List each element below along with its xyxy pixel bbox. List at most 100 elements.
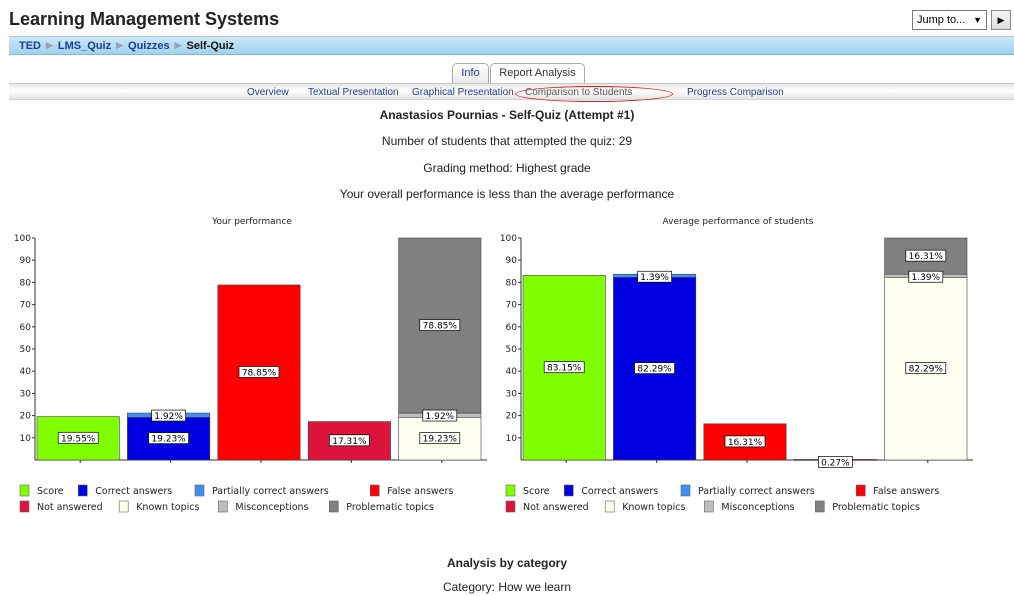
y-tick-label: 10	[20, 434, 32, 444]
tab-report-analysis[interactable]: Report Analysis	[490, 63, 585, 83]
legend-swatch-problematic-topics	[328, 500, 339, 513]
subtabs: Overview Textual Presentation Graphical …	[9, 83, 1014, 100]
breadcrumb-quizzes[interactable]: Quizzes	[128, 40, 170, 52]
legend-swatch-not-answered	[505, 500, 516, 513]
data-label: 16.31%	[909, 252, 944, 262]
subtab-overview[interactable]: Overview	[247, 87, 289, 98]
tabs: Info Report Analysis	[0, 63, 1014, 83]
breadcrumb-separator-icon: ▶	[174, 40, 182, 50]
legend-swatch-false-answers	[369, 484, 380, 497]
data-label: 1.39%	[912, 273, 941, 283]
legend-swatch-partially-correct-answers	[680, 484, 691, 497]
legend-swatch-false-answers	[855, 484, 866, 497]
breadcrumb-lms-quiz[interactable]: LMS_Quiz	[58, 40, 111, 52]
breadcrumb-current: Self-Quiz	[186, 39, 235, 52]
legend-label-partially-correct-answers: Partially correct answers	[698, 486, 815, 497]
report-title: Anastasios Pournias - Self-Quiz (Attempt…	[379, 108, 635, 122]
highlight-circle	[515, 86, 673, 102]
legend-label-correct-answers: Correct answers	[95, 486, 172, 497]
y-tick-label: 90	[20, 256, 32, 266]
subtab-graphical-presentation[interactable]: Graphical Presentation	[412, 87, 514, 98]
legend-swatch-known-topics	[118, 500, 129, 513]
subtab-progress-comparison[interactable]: Progress Comparison	[687, 87, 784, 98]
y-tick-label: 80	[506, 278, 518, 288]
charts-area: Your performance 10 20 30 40 50 60 70 80 90 100 19.…	[9, 210, 981, 540]
your-performance-chart: Your performance 10 20 30 40 50 60 70 80 90 100 19.…	[14, 217, 487, 513]
legend-swatch-partially-correct-answers	[194, 484, 205, 497]
analysis-title: Analysis by category	[446, 556, 568, 570]
legend-swatch-correct-answers	[77, 484, 88, 497]
y-tick-label: 100	[14, 234, 31, 244]
y-tick-label: 50	[20, 345, 32, 355]
legend-label-score: Score	[37, 486, 64, 497]
legend-label-partially-correct-answers: Partially correct answers	[212, 486, 329, 497]
data-label: 1.92%	[154, 412, 183, 422]
data-label: 19.55%	[61, 434, 96, 444]
y-tick-label: 20	[20, 412, 32, 422]
data-label: 19.23%	[151, 435, 186, 445]
legend-swatch-known-topics	[604, 500, 615, 513]
average-performance-chart: Average performance of students 10 20 30 40 5…	[500, 217, 973, 513]
legend-swatch-correct-answers	[563, 484, 574, 497]
data-label: 78.85%	[242, 368, 277, 378]
breadcrumb-ted[interactable]: TED	[19, 40, 41, 52]
jump-to-select[interactable]: Jump to... ▼	[912, 10, 987, 30]
legend-label-false-answers: False answers	[387, 486, 453, 497]
legend-label-false-answers: False answers	[873, 486, 939, 497]
y-tick-label: 70	[506, 301, 518, 311]
legend-label-not-answered: Not answered	[523, 502, 589, 513]
legend-swatch-score	[505, 484, 516, 497]
legend-label-score: Score	[523, 486, 550, 497]
site-title[interactable]: Learning Management Systems	[9, 9, 279, 30]
y-tick-label: 40	[506, 367, 518, 377]
breadcrumb: TED ▶ LMS_Quiz ▶ Quizzes ▶ Self-Quiz	[9, 36, 1014, 55]
jump-go-button[interactable]: ▶	[991, 10, 1011, 30]
grading-method: Grading method: Highest grade	[423, 161, 591, 175]
y-tick-label: 80	[20, 278, 32, 288]
y-tick-label: 60	[20, 323, 32, 333]
y-tick-label: 90	[506, 256, 518, 266]
y-tick-label: 20	[506, 412, 518, 422]
chart-title: Average performance of students	[663, 217, 814, 227]
legend-label-known-topics: Known topics	[136, 502, 199, 513]
y-tick-label: 60	[506, 323, 518, 333]
legend-swatch-not-answered	[19, 500, 30, 513]
data-label: 17.31%	[332, 437, 367, 447]
legend-label-correct-answers: Correct answers	[581, 486, 658, 497]
legend-swatch-problematic-topics	[814, 500, 825, 513]
data-label: 82.29%	[637, 365, 672, 375]
data-label: 19.23%	[423, 435, 458, 445]
y-tick-label: 100	[500, 234, 517, 244]
students-count: Number of students that attempted the qu…	[381, 134, 633, 148]
y-tick-label: 50	[506, 345, 518, 355]
subtab-textual-presentation[interactable]: Textual Presentation	[308, 87, 399, 98]
legend-label-problematic-topics: Problematic topics	[832, 502, 920, 513]
legend-label-problematic-topics: Problematic topics	[346, 502, 434, 513]
overall-performance-message: Your overall performance is less than th…	[339, 187, 675, 201]
data-label: 16.31%	[728, 438, 763, 448]
y-tick-label: 30	[506, 389, 518, 399]
chevron-down-icon: ▼	[973, 15, 982, 25]
category-label: Category: How we learn	[442, 580, 572, 594]
legend-label-misconceptions: Misconceptions	[235, 502, 308, 513]
chart-title: Your performance	[211, 217, 292, 227]
breadcrumb-separator-icon: ▶	[46, 40, 53, 50]
y-tick-label: 40	[20, 367, 32, 377]
data-label: 1.39%	[640, 273, 669, 283]
legend-swatch-misconceptions	[704, 500, 714, 513]
data-label: 0.27%	[821, 458, 850, 468]
page: Learning Management Systems Jump to... ▼…	[0, 0, 1014, 596]
legend-swatch-score	[19, 484, 30, 497]
play-triangle-icon: ▶	[997, 14, 1005, 25]
legend-label-known-topics: Known topics	[622, 502, 685, 513]
data-label: 82.29%	[909, 365, 944, 375]
legend-label-not-answered: Not answered	[37, 502, 103, 513]
data-label: 78.85%	[423, 322, 458, 332]
data-label: 1.92%	[426, 412, 455, 422]
tab-info[interactable]: Info	[452, 63, 489, 83]
legend-label-misconceptions: Misconceptions	[721, 502, 794, 513]
y-tick-label: 10	[506, 434, 518, 444]
y-tick-label: 70	[20, 301, 32, 311]
legend-swatch-misconceptions	[218, 500, 228, 513]
data-label: 83.15%	[547, 364, 582, 374]
